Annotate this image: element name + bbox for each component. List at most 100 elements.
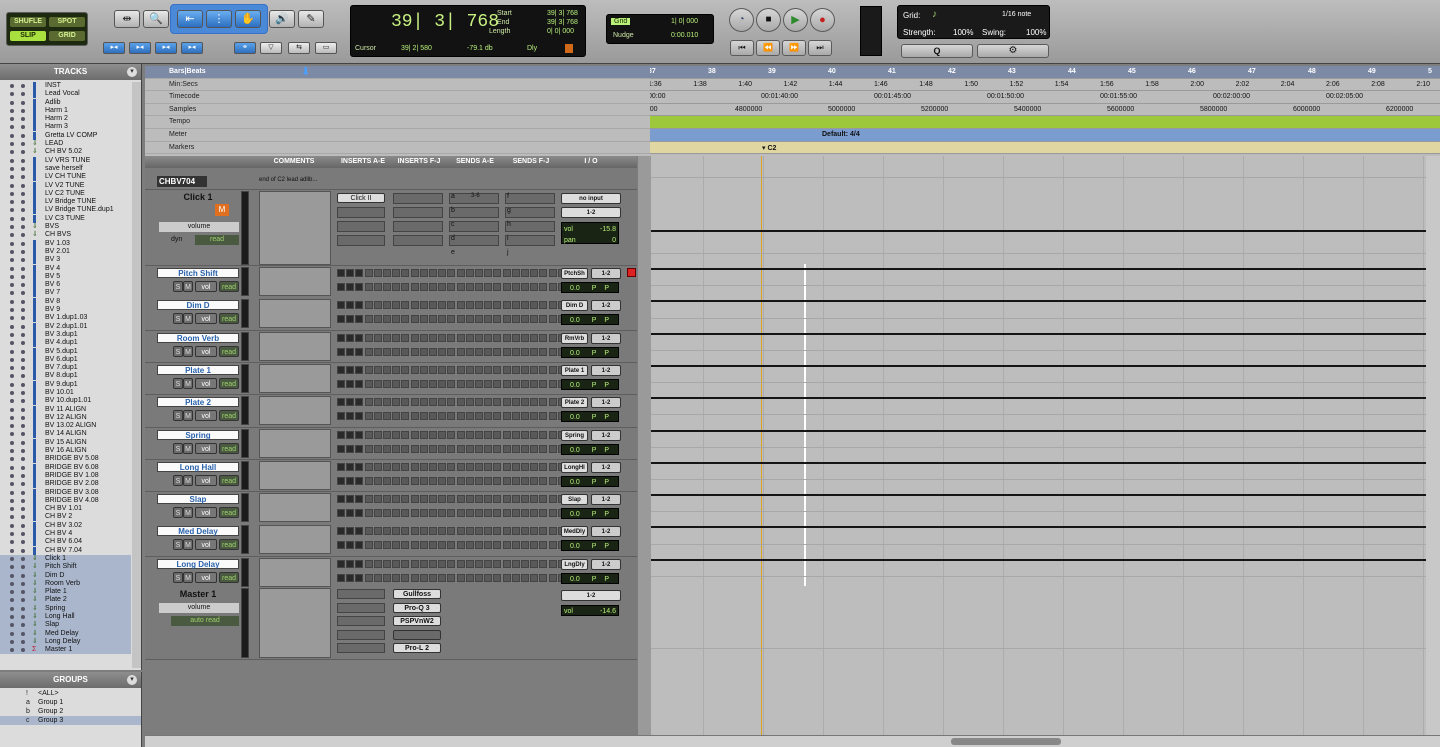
- slot[interactable]: [475, 527, 483, 536]
- slot[interactable]: [373, 444, 382, 453]
- slot[interactable]: [392, 269, 401, 277]
- slot[interactable]: [502, 333, 511, 342]
- slot[interactable]: [539, 333, 548, 342]
- slot[interactable]: [392, 573, 401, 582]
- slot[interactable]: [337, 301, 345, 310]
- active-icon[interactable]: [21, 407, 25, 412]
- samples-ruler[interactable]: 0000 4800000 5000000 5200000 5400000 5600000 5…: [650, 104, 1440, 117]
- show-hide-icon[interactable]: [10, 639, 14, 644]
- slot[interactable]: [364, 398, 373, 407]
- slot[interactable]: [401, 527, 410, 536]
- slot[interactable]: [383, 412, 391, 421]
- show-hide-icon[interactable]: [10, 523, 14, 528]
- slot[interactable]: [346, 541, 355, 550]
- comment-field[interactable]: [259, 363, 331, 393]
- slot[interactable]: [548, 301, 557, 310]
- track-list-item[interactable]: CH BV 7.04: [0, 546, 131, 555]
- track-list-scrollbar[interactable]: [132, 82, 141, 668]
- slot[interactable]: [521, 315, 529, 324]
- track-list-item[interactable]: Σ Master 1: [0, 646, 131, 655]
- slot[interactable]: [530, 333, 539, 342]
- slot[interactable]: [419, 509, 428, 518]
- volume-automation-line[interactable]: [651, 230, 1426, 232]
- solo-button[interactable]: S: [173, 474, 183, 486]
- active-icon[interactable]: [21, 498, 25, 503]
- slot[interactable]: [337, 541, 345, 550]
- track-list-item[interactable]: BRIDGE BV 2.08: [0, 480, 131, 489]
- slot[interactable]: [429, 495, 437, 504]
- automation-mode-select[interactable]: read: [219, 539, 239, 551]
- slot[interactable]: [364, 269, 373, 277]
- comment-field[interactable]: [259, 493, 331, 523]
- slot[interactable]: [511, 462, 520, 471]
- slot[interactable]: [475, 541, 483, 550]
- slot[interactable]: [419, 365, 428, 374]
- volume-automation-line[interactable]: [651, 397, 1426, 400]
- active-icon[interactable]: [21, 266, 25, 271]
- slot[interactable]: [456, 347, 465, 356]
- slot[interactable]: [337, 430, 345, 439]
- slot[interactable]: [511, 398, 520, 407]
- show-hide-icon[interactable]: [10, 515, 14, 520]
- min-secs-ruler[interactable]: 1:36 1:38 1:40 1:42 1:44 1:46 1:48 1:50 1:52 1:54…: [650, 79, 1440, 92]
- slot[interactable]: [493, 541, 502, 550]
- slot[interactable]: [373, 476, 382, 485]
- slot[interactable]: [392, 379, 401, 388]
- slot[interactable]: [539, 315, 548, 324]
- slot[interactable]: [373, 365, 382, 374]
- track-lane[interactable]: [651, 286, 1426, 319]
- track-list-item[interactable]: BV 4.dup1: [0, 339, 131, 348]
- playhead-icon[interactable]: ⬇: [301, 66, 315, 78]
- slot[interactable]: [383, 559, 391, 568]
- track-list-item[interactable]: ⇓ CH BVS: [0, 231, 131, 239]
- slot[interactable]: [383, 283, 391, 291]
- slot[interactable]: [548, 412, 557, 421]
- slot[interactable]: [475, 495, 483, 504]
- slot[interactable]: [539, 301, 548, 310]
- output-select[interactable]: 1-2: [591, 461, 621, 473]
- track-list-item[interactable]: CH BV 6.04: [0, 538, 131, 547]
- slot[interactable]: [373, 541, 382, 550]
- slot[interactable]: [383, 301, 391, 310]
- slot[interactable]: [475, 476, 483, 485]
- scroll-thumb[interactable]: [951, 738, 1061, 745]
- slot[interactable]: [465, 495, 474, 504]
- slot[interactable]: [383, 269, 391, 277]
- slot[interactable]: [447, 462, 456, 471]
- slot[interactable]: [493, 527, 502, 536]
- automation-view-select[interactable]: vol: [195, 474, 217, 486]
- track-lane[interactable]: [651, 480, 1426, 513]
- show-hide-icon[interactable]: [10, 623, 14, 628]
- mute-button[interactable]: M: [183, 571, 193, 583]
- slot[interactable]: [364, 412, 373, 421]
- slot[interactable]: [429, 347, 437, 356]
- track-list-item[interactable]: BV 3.dup1: [0, 330, 131, 339]
- slot[interactable]: [355, 379, 364, 388]
- slot[interactable]: [337, 398, 345, 407]
- vol-pan-display[interactable]: 0.0 P P: [561, 540, 619, 552]
- track-name[interactable]: Long Delay: [157, 558, 239, 569]
- slot[interactable]: [438, 559, 447, 568]
- slot[interactable]: [429, 365, 437, 374]
- slot[interactable]: [438, 347, 447, 356]
- slot[interactable]: [364, 365, 373, 374]
- slot[interactable]: [419, 347, 428, 356]
- slot[interactable]: [521, 430, 529, 439]
- slot[interactable]: [521, 301, 529, 310]
- slot[interactable]: [438, 283, 447, 291]
- slot[interactable]: [530, 430, 539, 439]
- slot[interactable]: [493, 573, 502, 582]
- vertical-scrollbar[interactable]: [1426, 156, 1440, 735]
- record-icon[interactable]: ●: [810, 8, 835, 32]
- slot[interactable]: [373, 347, 382, 356]
- master-insert[interactable]: Pro-L 2: [393, 643, 441, 653]
- slot[interactable]: [364, 573, 373, 582]
- slot[interactable]: [511, 430, 520, 439]
- master-insert[interactable]: Pro-Q 3: [393, 602, 441, 613]
- slot[interactable]: [484, 365, 493, 374]
- track-list-item[interactable]: Harm 2: [0, 115, 131, 124]
- slot[interactable]: [521, 541, 529, 550]
- slot[interactable]: [373, 379, 382, 388]
- show-hide-icon[interactable]: [10, 449, 14, 454]
- slot[interactable]: [337, 269, 345, 277]
